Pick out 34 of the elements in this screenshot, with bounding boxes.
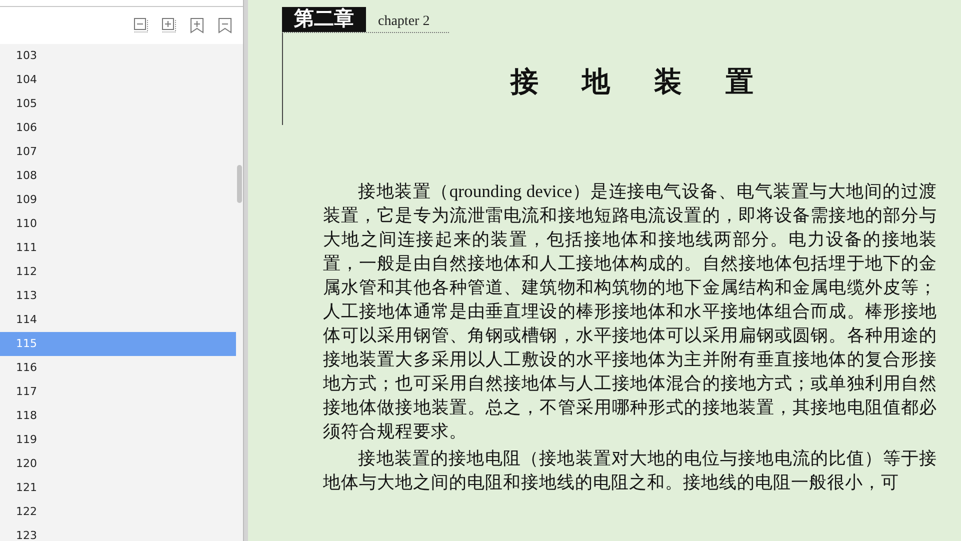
page-item[interactable]: 110 bbox=[0, 212, 236, 236]
bookmark-plus-button[interactable] bbox=[188, 16, 206, 34]
page-item[interactable]: 118 bbox=[0, 404, 236, 428]
page-item[interactable]: 108 bbox=[0, 164, 236, 188]
page-item[interactable]: 120 bbox=[0, 452, 236, 476]
page-item[interactable]: 107 bbox=[0, 140, 236, 164]
bookmark-minus-button[interactable] bbox=[216, 16, 234, 34]
body-paragraph: 接地装置的接地电阻（接地装置对大地的电位与接地电流的比值）等于接地体与大地之间的电阻和接地线的电阻之和。接地线的电阻一般很小，可 bbox=[323, 447, 937, 494]
page-item[interactable]: 103 bbox=[0, 44, 236, 68]
page-item[interactable]: 117 bbox=[0, 380, 236, 404]
body-paragraph: 接地装置（qrounding device）是连接电气设备、电气装置与大地间的过渡装置，它是专为流泄雷电流和接地短路电流设置的，即将设备需接地的部分与大地之间连接起来的装置，包括接地体和接地线两部分。电力设备的接地装置，一般是由自然接地体和人工接地体构成的。自然接地体包括埋于地下的金属水管和其他各种管道、建筑物和构筑物的地下金属结构和金属电缆外皮等；人工接地体通常是由垂直埋设的棒形接地体和水平接地体组合而成。棒形接地体可以采用钢管、角钢或槽钢，水平接地体可以采用扁钢或圆钢。各种用途的接地装置大多采用以人工敷设的水平接地体为主并附有垂直接地体的复合形接地方式；也可采用自然接地体与人工接地体混合的接地方式；或单独利用自然接地体做接地装置。总之，不管采用哪种形式的接地装置，其接地电阻值都必须符合规程要求。 bbox=[323, 180, 937, 443]
page-item[interactable]: 112 bbox=[0, 260, 236, 284]
page-item[interactable]: 121 bbox=[0, 476, 236, 500]
page-item[interactable]: 114 bbox=[0, 308, 236, 332]
page-item[interactable]: 119 bbox=[0, 428, 236, 452]
bookmark-minus-icon bbox=[217, 17, 233, 34]
chapter-title: 接 地 装 置 bbox=[508, 64, 755, 100]
page-item[interactable]: 106 bbox=[0, 116, 236, 140]
page-item[interactable]: 116 bbox=[0, 356, 236, 380]
page-item[interactable]: 109 bbox=[0, 188, 236, 212]
plus-box-icon bbox=[161, 17, 177, 34]
chapter-label: chapter 2 bbox=[378, 13, 430, 31]
page-item[interactable]: 104 bbox=[0, 68, 236, 92]
minus-box-icon bbox=[133, 17, 149, 34]
page-item[interactable]: 123 bbox=[0, 524, 236, 541]
minus-box-button[interactable] bbox=[132, 16, 150, 34]
page-item[interactable]: 122 bbox=[0, 500, 236, 524]
chapter-tag: 第二章 bbox=[282, 7, 366, 32]
scrollbar-thumb[interactable] bbox=[237, 165, 242, 203]
page-item[interactable]: 111 bbox=[0, 236, 236, 260]
page-item[interactable]: 113 bbox=[0, 284, 236, 308]
plus-box-button[interactable] bbox=[160, 16, 178, 34]
bookmark-plus-icon bbox=[189, 17, 205, 34]
page-item[interactable]: 105 bbox=[0, 92, 236, 116]
